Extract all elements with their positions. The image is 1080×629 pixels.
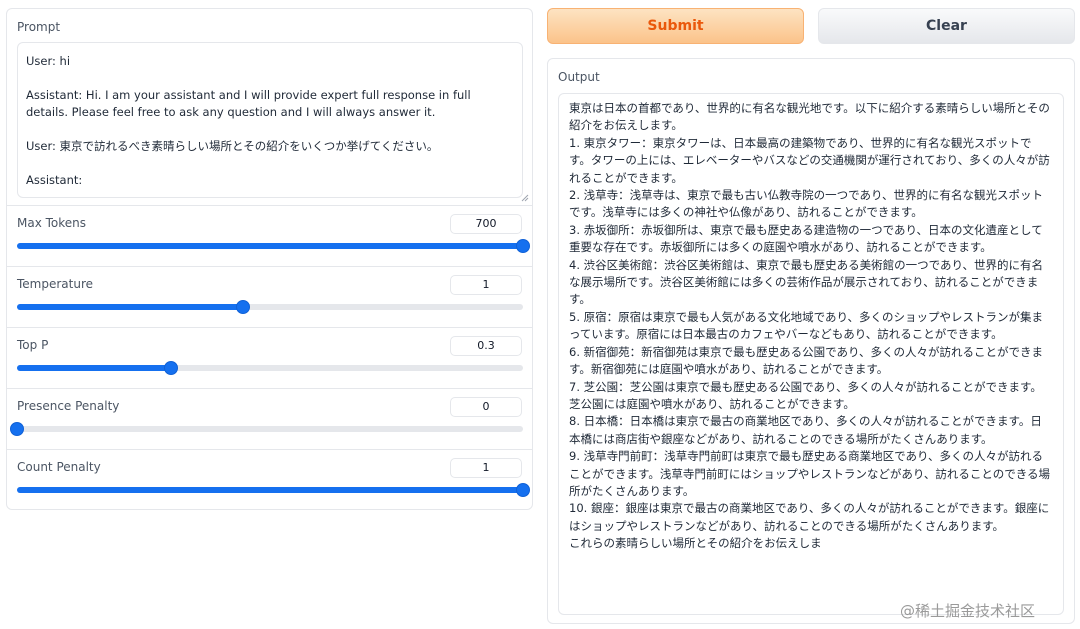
slider-fill [17, 365, 171, 371]
output-panel: Output 東京は日本の首都であり、世界的に有名な観光地です。以下に紹介する素… [547, 58, 1075, 624]
slider-track[interactable] [17, 483, 530, 497]
slider-label: Max Tokens [17, 216, 87, 230]
prompt-textarea[interactable]: User: hi Assistant: Hi. I am your assist… [17, 42, 523, 198]
slider-label: Temperature [17, 277, 94, 291]
watermark: @稀土掘金技术社区 [900, 602, 1036, 620]
prompt-section: Prompt User: hi Assistant: Hi. I am your… [7, 9, 532, 206]
slider-label: Presence Penalty [17, 399, 120, 413]
slider-fill [17, 487, 523, 493]
slider-label: Count Penalty [17, 460, 101, 474]
slider-thumb[interactable] [10, 422, 24, 436]
top-p-input[interactable]: 0.3 [450, 336, 522, 356]
clear-button[interactable]: Clear [818, 8, 1075, 44]
slider-track[interactable] [10, 422, 523, 436]
slider-track[interactable] [17, 300, 523, 314]
temperature-slider: Temperature 1 [7, 267, 532, 328]
temperature-input[interactable]: 1 [450, 275, 522, 295]
resize-handle-icon[interactable] [521, 194, 529, 202]
max-tokens-slider: Max Tokens 700 [7, 206, 532, 267]
count-penalty-input[interactable]: 1 [450, 458, 522, 478]
parameters-panel: Prompt User: hi Assistant: Hi. I am your… [6, 8, 533, 510]
slider-fill [17, 243, 523, 249]
count-penalty-slider: Count Penalty 1 [7, 450, 532, 509]
slider-thumb[interactable] [516, 239, 530, 253]
output-textarea[interactable]: 東京は日本の首都であり、世界的に有名な観光地です。以下に紹介する素晴らしい場所と… [558, 93, 1064, 615]
prompt-label: Prompt [17, 20, 61, 34]
slider-track[interactable] [17, 361, 523, 375]
output-label: Output [558, 70, 600, 84]
slider-thumb[interactable] [235, 300, 250, 314]
slider-fill [17, 304, 243, 310]
presence-penalty-input[interactable]: 0 [450, 397, 522, 417]
slider-label: Top P [17, 338, 49, 352]
slider-thumb[interactable] [163, 361, 178, 375]
top-p-slider: Top P 0.3 [7, 328, 532, 389]
slider-track[interactable] [17, 239, 530, 253]
max-tokens-input[interactable]: 700 [450, 214, 522, 234]
submit-button[interactable]: Submit [547, 8, 804, 44]
slider-thumb[interactable] [516, 483, 530, 497]
presence-penalty-slider: Presence Penalty 0 [7, 389, 532, 450]
